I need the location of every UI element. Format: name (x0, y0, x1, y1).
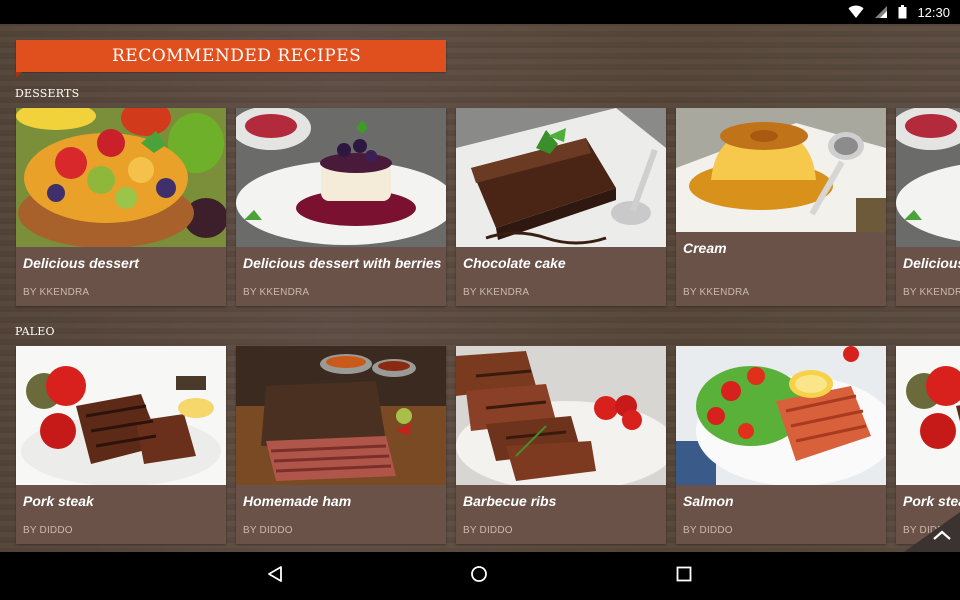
recipe-title: Delicious dessert with berries (243, 255, 442, 271)
back-icon (267, 565, 283, 588)
recipe-card[interactable]: Cream BY KKENDRA (676, 108, 886, 306)
recipe-title: Cream (683, 240, 727, 256)
recipe-author: BY DIDDO (463, 525, 513, 536)
recipe-author: BY DIDDO (243, 525, 293, 536)
banner-title: RECOMMENDED RECIPES (112, 46, 362, 66)
recipe-title: Chocolate cake (463, 255, 566, 271)
section-label-paleo: PALEO (15, 325, 55, 338)
recipe-card[interactable]: Delicious dessert with berries BY KKENDR… (236, 108, 446, 306)
wifi-icon (848, 5, 864, 19)
paleo-row[interactable]: Pork steak BY DIDDO Homemade ham BY DIDD… (16, 346, 960, 544)
pork-steak-image (896, 346, 960, 485)
pork-steak-image (16, 346, 226, 485)
recipe-card[interactable]: Chocolate cake BY KKENDRA (456, 108, 666, 306)
chocolate-cake-image (456, 108, 666, 247)
status-time: 12:30 (917, 4, 950, 20)
recipe-title: Salmon (683, 493, 734, 509)
salmon-image (676, 346, 886, 485)
recipe-card[interactable]: Homemade ham BY DIDDO (236, 346, 446, 544)
battery-icon (898, 5, 907, 19)
recipe-card[interactable]: Delicious dessert BY KKENDRA (896, 108, 960, 306)
fruit-salad-image (16, 108, 226, 247)
navigation-bar (0, 552, 960, 600)
recipe-author: BY DIDDO (23, 525, 73, 536)
recommended-banner: RECOMMENDED RECIPES (16, 40, 446, 72)
berry-dessert-image (896, 108, 960, 247)
homemade-ham-image (236, 346, 446, 485)
barbecue-ribs-image (456, 346, 666, 485)
banner-fold (16, 72, 22, 78)
signal-icon (874, 5, 888, 19)
recipe-card[interactable]: Barbecue ribs BY DIDDO (456, 346, 666, 544)
recipe-card[interactable]: Pork steak BY DIDDO (16, 346, 226, 544)
berry-dessert-image (236, 108, 446, 247)
recents-icon (676, 566, 692, 587)
recipe-author: BY KKENDRA (23, 287, 90, 298)
back-button[interactable] (263, 564, 287, 588)
recipe-author: BY KKENDRA (683, 287, 750, 298)
recipe-title: Delicious dessert (23, 255, 139, 271)
recipe-title: Pork steak (903, 493, 960, 509)
recipe-title: Pork steak (23, 493, 94, 509)
home-button[interactable] (467, 564, 491, 588)
chevron-up-icon (932, 528, 952, 546)
recipe-title: Delicious dessert (903, 255, 960, 271)
status-bar: 12:30 (0, 0, 960, 24)
recipe-title: Homemade ham (243, 493, 352, 509)
recipe-title: Barbecue ribs (463, 493, 557, 509)
flan-image (676, 108, 886, 232)
home-icon (470, 565, 488, 588)
scroll-to-top-button[interactable] (904, 512, 960, 552)
recipes-screen: RECOMMENDED RECIPES DESSERTS Delicious d… (0, 24, 960, 552)
recipe-card[interactable]: Delicious dessert BY KKENDRA (16, 108, 226, 306)
section-label-desserts: DESSERTS (15, 87, 80, 100)
recents-button[interactable] (672, 564, 696, 588)
recipe-author: BY KKENDRA (463, 287, 530, 298)
recipe-author: BY KKENDRA (243, 287, 310, 298)
desserts-row[interactable]: Delicious dessert BY KKENDRA Delicious d… (16, 108, 960, 306)
recipe-author: BY DIDDO (683, 525, 733, 536)
recipe-card[interactable]: Salmon BY DIDDO (676, 346, 886, 544)
recipe-author: BY KKENDRA (903, 287, 960, 298)
